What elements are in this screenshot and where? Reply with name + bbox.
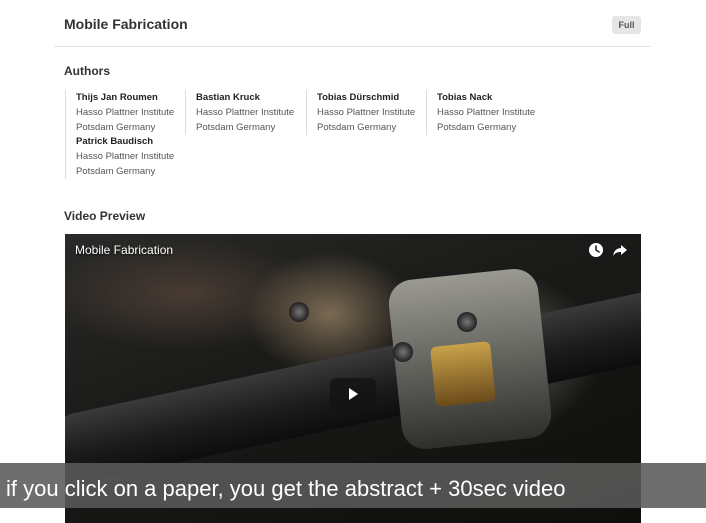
play-icon [349, 388, 358, 400]
author-name[interactable]: Patrick Baudisch [76, 134, 181, 149]
video-preview-heading: Video Preview [64, 209, 146, 223]
video-frame-bolt [457, 312, 477, 332]
author-affiliation: Hasso Plattner Institute [76, 107, 175, 118]
authors-heading: Authors [64, 64, 110, 78]
caption-text: if you click on a paper, you get the abs… [6, 476, 566, 501]
author-location: Potsdam Germany [317, 122, 397, 133]
full-badge[interactable]: Full [612, 16, 641, 34]
header-divider [54, 46, 651, 47]
author-card: Thijs Jan Roumen Hasso Plattner Institut… [65, 90, 181, 135]
video-frame-bolt [289, 302, 309, 322]
author-card: Patrick Baudisch Hasso Plattner Institut… [65, 134, 181, 179]
clock-icon[interactable] [588, 242, 604, 258]
author-name[interactable]: Thijs Jan Roumen [76, 90, 181, 105]
play-button[interactable] [330, 378, 376, 410]
video-frame-label [430, 341, 496, 407]
author-affiliation: Hasso Plattner Institute [317, 107, 416, 118]
author-card: Tobias Nack Hasso Plattner Institute Pot… [426, 90, 542, 135]
author-card: Tobias Dürschmid Hasso Plattner Institut… [306, 90, 422, 135]
author-card: Bastian Kruck Hasso Plattner Institute P… [185, 90, 301, 135]
author-location: Potsdam Germany [196, 122, 276, 133]
author-affiliation: Hasso Plattner Institute [196, 107, 295, 118]
page-title: Mobile Fabrication [64, 16, 188, 32]
author-affiliation: Hasso Plattner Institute [437, 107, 536, 118]
caption-overlay: if you click on a paper, you get the abs… [0, 463, 706, 508]
video-title[interactable]: Mobile Fabrication [75, 243, 173, 257]
author-location: Potsdam Germany [76, 166, 156, 177]
author-name[interactable]: Bastian Kruck [196, 90, 301, 105]
video-frame-bolt [393, 342, 413, 362]
share-icon[interactable] [612, 242, 628, 258]
author-name[interactable]: Tobias Dürschmid [317, 90, 422, 105]
author-name[interactable]: Tobias Nack [437, 90, 542, 105]
author-affiliation: Hasso Plattner Institute [76, 151, 175, 162]
author-location: Potsdam Germany [437, 122, 517, 133]
author-location: Potsdam Germany [76, 122, 156, 133]
